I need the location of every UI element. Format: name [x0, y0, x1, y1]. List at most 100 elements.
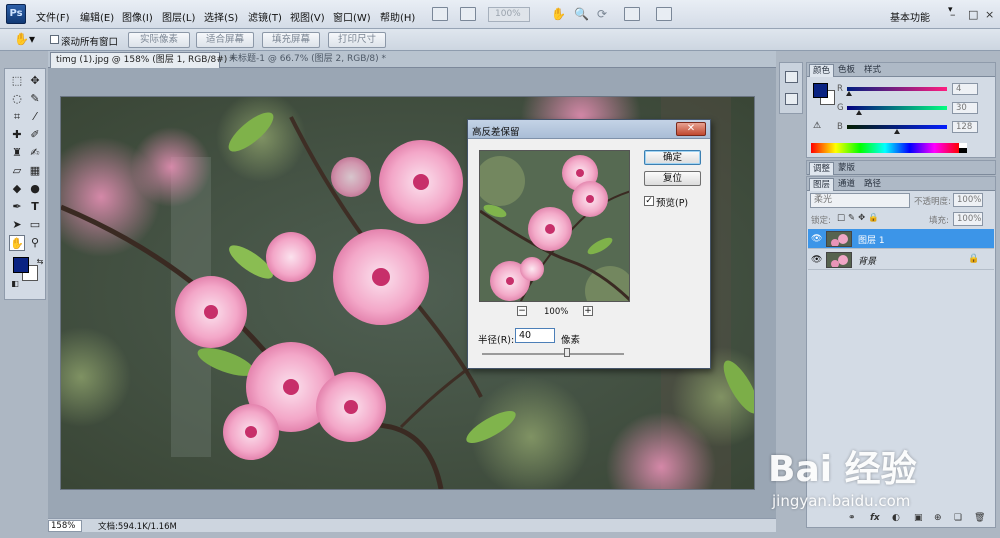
zoom-tool-icon[interactable]: 🔍: [574, 7, 589, 21]
menu-view[interactable]: 视图(V): [290, 9, 325, 24]
menu-file[interactable]: 文件(F): [36, 9, 70, 24]
out-of-gamut-warning-icon[interactable]: ⚠: [813, 121, 821, 131]
status-zoom-field[interactable]: 158%: [48, 520, 82, 532]
minimize-button[interactable]: –: [950, 8, 956, 21]
visibility-eye-icon[interactable]: 👁: [811, 255, 822, 265]
layer-row-1[interactable]: 👁 图层 1: [808, 229, 994, 249]
hand-tool-icon[interactable]: ✋: [551, 7, 566, 21]
filter-preview[interactable]: [479, 150, 630, 302]
lock-options-icons[interactable]: □✎✥🔒: [837, 213, 882, 223]
blue-slider[interactable]: B 128: [837, 121, 987, 135]
green-slider[interactable]: G 30: [837, 102, 987, 116]
menu-filter[interactable]: 滤镜(T): [248, 9, 282, 24]
eraser-tool-icon[interactable]: ▱: [9, 163, 25, 179]
workspace-selector[interactable]: 基本功能: [890, 9, 930, 24]
dialog-titlebar[interactable]: 高反差保留 ✕: [468, 120, 710, 139]
view-extras-icon[interactable]: [460, 7, 476, 21]
tab-adjustments[interactable]: 调整: [809, 162, 835, 175]
visibility-eye-icon[interactable]: 👁: [811, 234, 822, 244]
fill-screen-button[interactable]: 填充屏幕: [262, 32, 320, 48]
rotate-view-icon[interactable]: ⟳: [597, 7, 607, 21]
actions-panel-icon[interactable]: [785, 93, 798, 105]
green-gradient-bar[interactable]: [847, 106, 947, 110]
tab-untitled[interactable]: 未标题-1 @ 66.7% (图层 2, RGB/8) *: [224, 52, 386, 68]
hand-tool-preset-icon[interactable]: ✋▾: [14, 32, 35, 46]
fill-field[interactable]: 100%: [953, 212, 983, 226]
lasso-tool-icon[interactable]: ◌: [9, 91, 25, 107]
tab-channels[interactable]: 通道: [835, 178, 858, 190]
eyedropper-tool-icon[interactable]: ⁄: [27, 109, 43, 125]
brush-tool-icon[interactable]: ✐: [27, 127, 43, 143]
color-spectrum-ramp[interactable]: [811, 143, 959, 153]
preview-zoom-in-button[interactable]: +: [583, 306, 593, 316]
radius-slider-thumb[interactable]: [564, 348, 571, 357]
tab-layers[interactable]: 图层: [809, 178, 835, 191]
blue-slider-knob[interactable]: [894, 129, 901, 134]
pen-tool-icon[interactable]: ✒: [9, 199, 25, 215]
preview-zoom-out-button[interactable]: −: [517, 306, 527, 316]
dialog-close-button[interactable]: ✕: [676, 122, 706, 136]
tab-swatches[interactable]: 色板: [835, 64, 858, 76]
bridge-icon[interactable]: [432, 7, 448, 21]
healing-brush-tool-icon[interactable]: ✚: [9, 127, 25, 143]
color-panel-foreground-swatch[interactable]: [813, 83, 828, 98]
arrange-documents-icon[interactable]: [624, 7, 640, 21]
history-panel-icon[interactable]: [785, 71, 798, 83]
shape-tool-icon[interactable]: ▭: [27, 217, 43, 233]
type-tool-icon[interactable]: T: [27, 199, 43, 215]
green-slider-knob[interactable]: [855, 110, 862, 115]
menu-layer[interactable]: 图层(L): [162, 9, 195, 24]
zoom-tool-icon[interactable]: ⚲: [27, 235, 43, 251]
hand-tool-icon[interactable]: ✋: [9, 235, 25, 251]
preview-checkbox[interactable]: ✓: [644, 196, 654, 206]
blue-value-field[interactable]: 128: [952, 121, 978, 133]
blur-tool-icon[interactable]: ◆: [9, 181, 25, 197]
fit-screen-button[interactable]: 适合屏幕: [196, 32, 254, 48]
green-value-field[interactable]: 30: [952, 102, 978, 114]
red-value-field[interactable]: 4: [952, 83, 978, 95]
opacity-field[interactable]: 100%: [953, 193, 983, 207]
menu-window[interactable]: 窗口(W): [333, 9, 371, 24]
clone-stamp-tool-icon[interactable]: ♜: [9, 145, 25, 161]
move-tool-icon[interactable]: ✥: [27, 73, 43, 89]
document-size-info[interactable]: 文档:594.1K/1.16M: [98, 520, 177, 532]
tab-paths[interactable]: 路径: [861, 178, 884, 190]
menu-select[interactable]: 选择(S): [204, 9, 238, 24]
red-slider[interactable]: R 4: [837, 83, 987, 97]
crop-tool-icon[interactable]: ⌗: [9, 109, 25, 125]
zoom-level-box[interactable]: 100%: [488, 7, 530, 22]
black-white-ramp[interactable]: [959, 143, 967, 153]
red-gradient-bar[interactable]: [847, 87, 947, 91]
default-colors-icon[interactable]: ◧: [7, 276, 23, 292]
radius-slider-track[interactable]: [482, 353, 624, 355]
ok-button[interactable]: 确定: [644, 150, 701, 165]
marquee-tool-icon[interactable]: ⬚: [9, 73, 25, 89]
menu-help[interactable]: 帮助(H): [380, 9, 415, 24]
tab-color[interactable]: 颜色: [809, 64, 835, 77]
red-slider-knob[interactable]: [845, 91, 852, 96]
layer-row-background[interactable]: 👁 背景 🔒: [808, 250, 994, 270]
radius-input[interactable]: 40: [515, 328, 555, 343]
tab-timg[interactable]: timg (1).jpg @ 158% (图层 1, RGB/8#) *: [50, 52, 235, 68]
menu-edit[interactable]: 编辑(E): [80, 9, 114, 24]
history-brush-tool-icon[interactable]: ✍: [27, 145, 43, 161]
foreground-color-swatch[interactable]: [13, 257, 29, 273]
blend-mode-select[interactable]: 柔光: [810, 193, 910, 208]
menu-image[interactable]: 图像(I): [122, 9, 153, 24]
reset-button[interactable]: 复位: [644, 171, 701, 186]
swap-colors-icon[interactable]: ⇆: [32, 254, 48, 270]
actual-pixels-button[interactable]: 实际像素: [128, 32, 190, 48]
tab-masks[interactable]: 蒙版: [835, 162, 858, 174]
quick-select-tool-icon[interactable]: ✎: [27, 91, 43, 107]
layer-name[interactable]: 背景: [858, 254, 876, 267]
tab-styles[interactable]: 样式: [861, 64, 884, 76]
path-select-tool-icon[interactable]: ➤: [9, 217, 25, 233]
close-window-button[interactable]: ×: [985, 8, 994, 21]
dodge-tool-icon[interactable]: ●: [27, 181, 43, 197]
gradient-tool-icon[interactable]: ▦: [27, 163, 43, 179]
scroll-all-windows-checkbox[interactable]: [50, 35, 59, 44]
print-size-button[interactable]: 打印尺寸: [328, 32, 386, 48]
screen-mode-icon[interactable]: [656, 7, 672, 21]
maximize-button[interactable]: □: [968, 8, 978, 21]
layer-name[interactable]: 图层 1: [858, 233, 885, 246]
